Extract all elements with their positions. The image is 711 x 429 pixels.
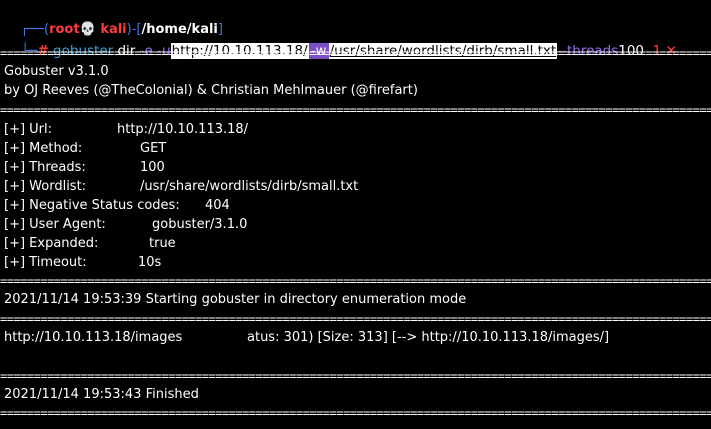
config-value-user-agent: gobuster/3.1.0 <box>152 217 248 232</box>
separator-2: ========================================… <box>0 104 711 116</box>
config-value-method: GET <box>140 141 167 156</box>
config-value-timeout: 10s <box>138 255 162 270</box>
config-label-negative-status: [+] Negative Status codes: <box>4 198 180 213</box>
banner-version: Gobuster v3.1.0 <box>4 64 109 79</box>
config-label-user-agent: [+] User Agent: <box>4 217 106 232</box>
config-label-url: [+] Url: <box>4 122 53 137</box>
terminal-window[interactable]: ┌──(root💀 kali)-[/home/kali] └─# gobuste… <box>0 0 711 429</box>
separator-3: ========================================… <box>0 275 711 287</box>
config-label-expanded: [+] Expanded: <box>4 236 99 251</box>
result-path: http://10.10.113.18/images <box>4 330 183 345</box>
config-value-url: http://10.10.113.18/ <box>117 122 249 137</box>
config-value-expanded: true <box>149 236 176 251</box>
separator-6: ========================================… <box>0 407 711 419</box>
result-status: atus: 301) [Size: 313] [--> http://10.10… <box>247 330 610 345</box>
config-label-timeout: [+] Timeout: <box>4 255 87 270</box>
separator-1: ========================================… <box>0 47 711 59</box>
config-label-wordlist: [+] Wordlist: <box>4 179 87 194</box>
separator-4: ========================================… <box>0 313 711 325</box>
config-label-threads: [+] Threads: <box>4 160 86 175</box>
config-value-negative-status: 404 <box>205 198 230 213</box>
separator-5: ========================================… <box>0 370 711 382</box>
config-value-wordlist: /usr/share/wordlists/dirb/small.txt <box>140 179 359 194</box>
finish-message: 2021/11/14 19:53:43 Finished <box>4 387 199 402</box>
config-label-method: [+] Method: <box>4 141 83 156</box>
command-line[interactable]: └─# gobuster dir -e -uhttp://10.10.113.1… <box>4 24 677 59</box>
banner-authors: by OJ Reeves (@TheColonial) & Christian … <box>4 83 418 98</box>
start-message: 2021/11/14 19:53:39 Starting gobuster in… <box>4 292 467 307</box>
prompt-line-1: ┌──(root💀 kali)-[/home/kali] <box>4 3 223 37</box>
config-value-threads: 100 <box>140 160 165 175</box>
